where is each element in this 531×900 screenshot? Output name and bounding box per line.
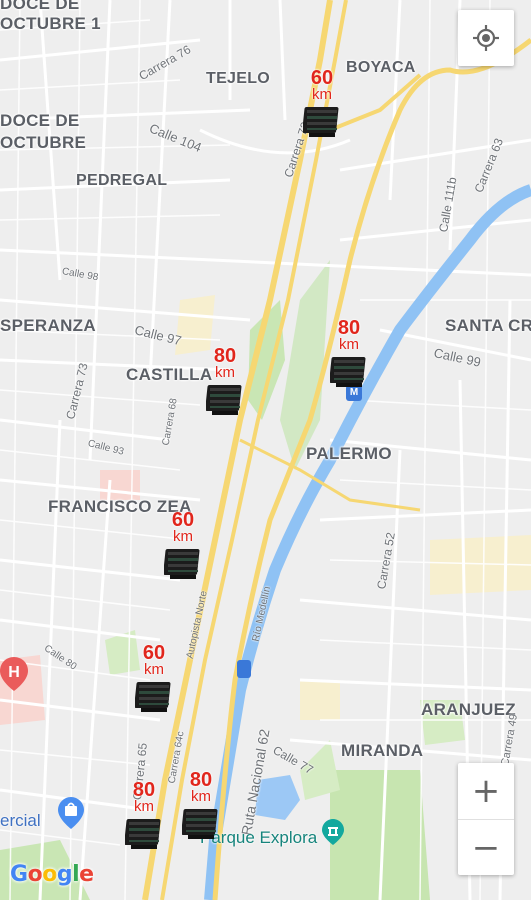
hospital-icon[interactable]: H: [0, 657, 28, 691]
museum-icon[interactable]: [322, 819, 344, 845]
svg-text:H: H: [8, 664, 20, 681]
speed-limit-label: 60 km: [171, 509, 195, 545]
camera-marker-7[interactable]: 80 km: [178, 770, 224, 850]
camera-marker-4[interactable]: 60 km: [160, 510, 206, 590]
camera-marker-5[interactable]: 60 km: [131, 643, 177, 723]
speed-camera-icon: [329, 354, 368, 388]
label-palermo: PALERMO: [306, 444, 392, 463]
label-doce-octubre-1: DOCE DE OCTUBRE 1: [0, 0, 101, 33]
my-location-button[interactable]: [458, 10, 514, 66]
speed-camera-icon: [163, 546, 202, 580]
label-tejelo: TEJELO: [206, 70, 271, 87]
speed-limit-label: 80 km: [189, 769, 213, 805]
speed-limit-label: 80 km: [132, 779, 156, 815]
camera-marker-1[interactable]: 60 km: [299, 68, 345, 148]
speed-limit-label: 80 km: [213, 345, 237, 381]
label-aranjuez: ARANJUEZ: [421, 700, 516, 719]
zoom-controls: + −: [458, 763, 514, 875]
zoom-in-button[interactable]: +: [458, 763, 514, 819]
label-castilla: CASTILLA: [126, 365, 213, 384]
shopping-icon[interactable]: [58, 797, 84, 829]
camera-marker-3[interactable]: 80 km: [202, 346, 248, 426]
label-boyaca: BOYACA: [346, 59, 416, 76]
speed-limit-label: 60 km: [142, 642, 166, 678]
label-santa-cruz: SANTA CR: [445, 316, 531, 335]
label-doce-octubre: DOCE DE OCTUBRE: [0, 111, 87, 152]
speed-camera-icon: [205, 382, 244, 416]
speed-camera-icon: [134, 679, 173, 713]
poi-comercial[interactable]: ercial: [0, 811, 41, 831]
speed-limit-label: 80 km: [337, 317, 361, 353]
label-miranda: MIRANDA: [341, 741, 424, 760]
label-esperanza: SPERANZA: [0, 316, 96, 335]
zoom-out-button[interactable]: −: [458, 819, 514, 876]
google-logo-letter: o: [42, 862, 57, 887]
google-logo-letter: G: [10, 862, 28, 887]
google-logo-letter: g: [56, 862, 73, 887]
crosshair-icon: [473, 25, 499, 51]
speed-camera-icon: [181, 806, 220, 840]
label-pedregal: PEDREGAL: [76, 172, 168, 189]
google-logo-letter: e: [79, 862, 94, 887]
google-logo: Google: [10, 862, 94, 887]
speed-camera-icon: [124, 816, 163, 850]
google-logo-letter: o: [27, 862, 43, 887]
speed-camera-icon: [302, 104, 341, 138]
speed-limit-label: 60 km: [310, 67, 334, 103]
camera-marker-6[interactable]: 80 km: [121, 780, 167, 860]
camera-marker-2[interactable]: 80 km: [326, 318, 372, 398]
transit-station-icon[interactable]: [237, 660, 251, 678]
